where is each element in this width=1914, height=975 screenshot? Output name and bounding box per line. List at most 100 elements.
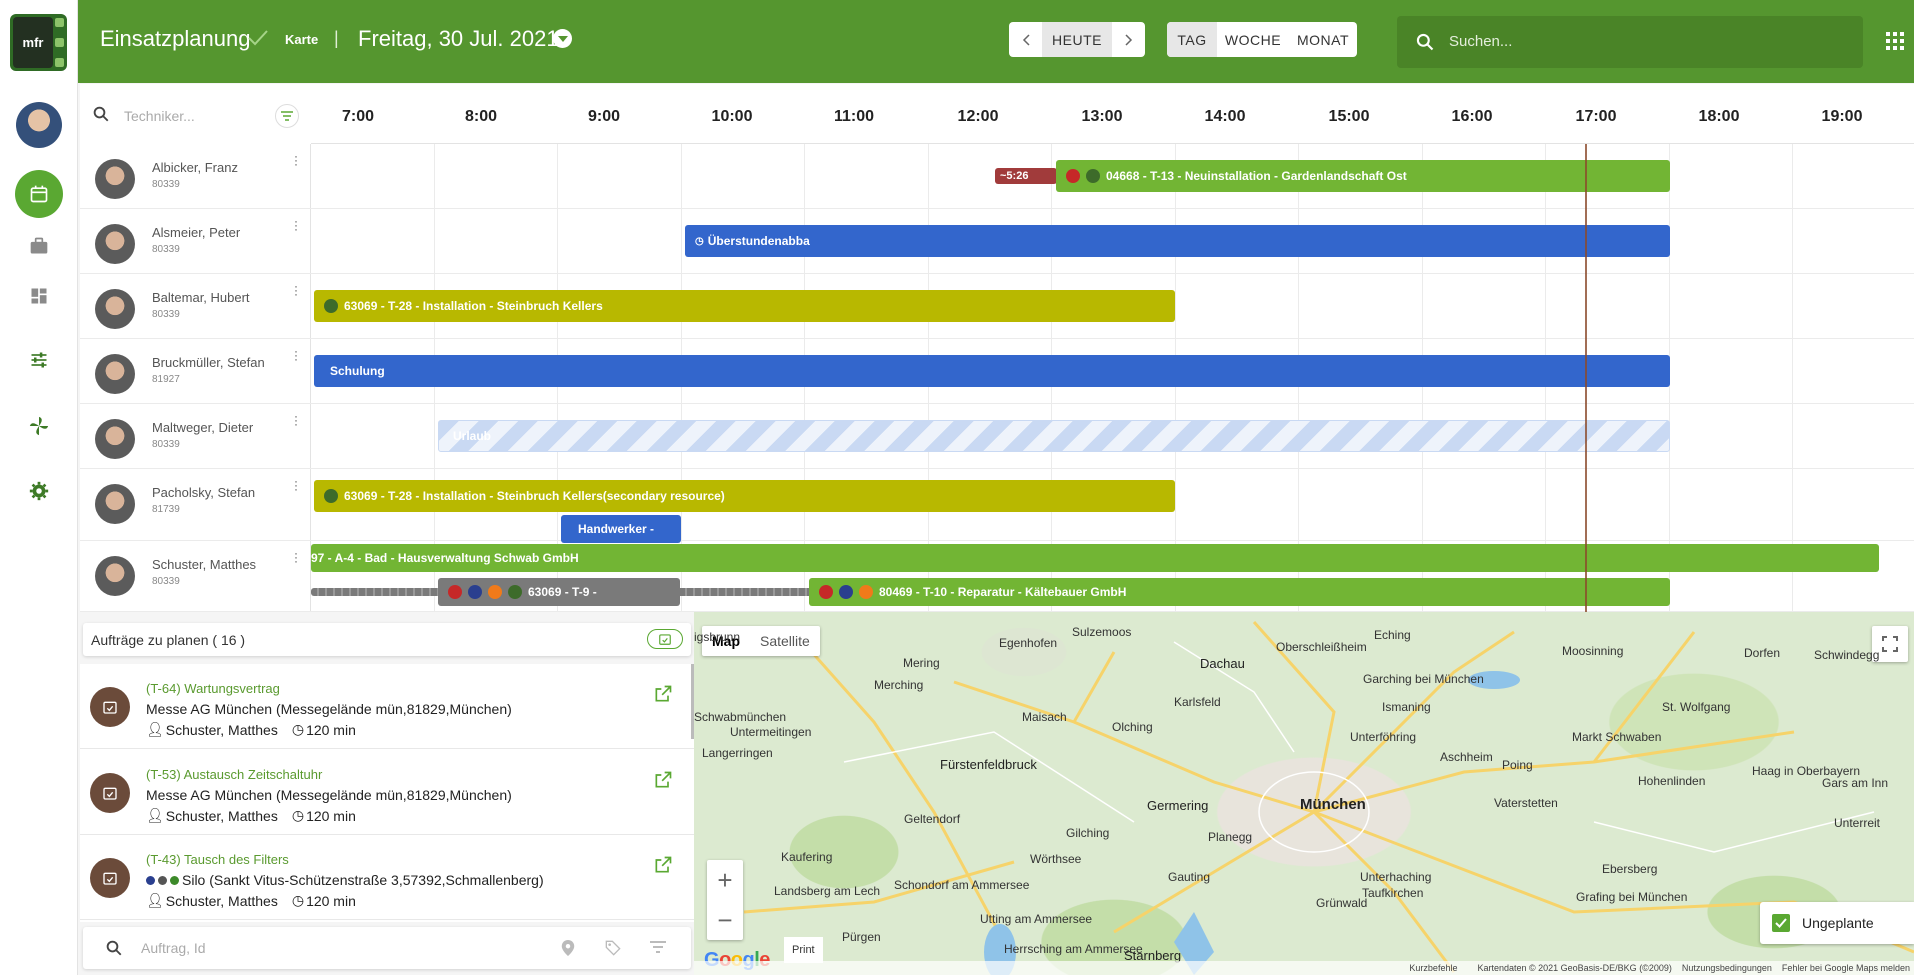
- calendar-check-icon: [103, 872, 117, 885]
- more-vert-icon[interactable]: · · ·: [294, 547, 298, 567]
- travel-time-bar[interactable]: ~5:26: [995, 168, 1057, 184]
- open-external-icon[interactable]: [653, 684, 673, 704]
- status-dot: [170, 875, 179, 885]
- zoom-in-button[interactable]: +: [707, 860, 743, 900]
- event-bar[interactable]: 80469 - T-10 - Reparatur - Kältebauer Gm…: [809, 578, 1670, 606]
- place-label: Taufkirchen: [1362, 886, 1424, 900]
- place-label: Schwindegg: [1814, 648, 1880, 662]
- filter-icon[interactable]: [650, 940, 666, 954]
- technician-cell[interactable]: Schuster, Matthes 80339 · · ·: [80, 541, 311, 611]
- more-vert-icon[interactable]: · · ·: [294, 345, 298, 365]
- event-bar[interactable]: 63069 - T-28 - Installation - Steinbruch…: [314, 480, 1175, 512]
- unplanned-checkbox[interactable]: [1772, 914, 1790, 932]
- order-title[interactable]: (T-53) Austausch Zeitschaltuhr: [146, 767, 322, 782]
- settings-nav-button[interactable]: [15, 467, 63, 515]
- more-vert-icon[interactable]: · · ·: [294, 215, 298, 235]
- map-type-satellite[interactable]: Satellite: [750, 626, 820, 656]
- today-button[interactable]: HEUTE: [1042, 22, 1112, 57]
- event-bar[interactable]: 63069 - T-28 - Installation - Steinbruch…: [314, 290, 1175, 322]
- shortcuts-link[interactable]: Kurzbefehle: [1409, 963, 1457, 973]
- order-duration: 120 min: [306, 721, 356, 738]
- technician-name: Schuster, Matthes: [152, 557, 257, 572]
- technician-filter-button[interactable]: [275, 104, 299, 128]
- technician-id: 81739: [152, 504, 180, 515]
- order-item[interactable]: (T-43) Tausch des Filters Silo (Sankt Vi…: [80, 835, 694, 920]
- prev-day-button[interactable]: [1009, 22, 1042, 57]
- event-bar[interactable]: 63069 - T-9 -: [438, 578, 680, 606]
- order-search-input[interactable]: Auftrag, Id: [141, 940, 206, 956]
- next-day-button[interactable]: [1112, 22, 1145, 57]
- order-item[interactable]: (T-53) Austausch Zeitschaltuhr Messe AG …: [80, 750, 694, 835]
- report-error-link[interactable]: Fehler bei Google Maps melden: [1782, 963, 1910, 973]
- search-icon: [93, 106, 109, 122]
- more-vert-icon[interactable]: · · ·: [294, 150, 298, 170]
- chevron-right-icon: [1124, 33, 1132, 46]
- technician-cell[interactable]: Pacholsky, Stefan 81739 · · ·: [80, 469, 311, 540]
- more-vert-icon[interactable]: · · ·: [294, 475, 298, 495]
- vacation-bar[interactable]: Urlaub: [438, 420, 1670, 452]
- event-bar[interactable]: 97 - A-4 - Bad - Hausverwaltung Schwab G…: [311, 544, 1879, 572]
- gear-icon: [29, 481, 49, 501]
- calendar-check-icon: [103, 787, 117, 800]
- technician-search-input[interactable]: Techniker...: [124, 108, 195, 124]
- search-input[interactable]: Suchen...: [1449, 33, 1512, 50]
- open-external-icon[interactable]: [653, 770, 673, 790]
- calendar-icon: [30, 185, 48, 203]
- terms-link[interactable]: Nutzungsbedingungen: [1682, 963, 1772, 973]
- orders-calendar-toggle[interactable]: [647, 629, 683, 649]
- location-pin-icon[interactable]: [561, 940, 575, 956]
- search-icon: [1416, 33, 1434, 51]
- technician-cell[interactable]: Alsmeier, Peter 80339 · · ·: [80, 209, 311, 273]
- open-external-icon[interactable]: [653, 855, 673, 875]
- dashboard-nav-button[interactable]: [15, 272, 63, 320]
- unplanned-toggle[interactable]: Ungeplante: [1760, 902, 1914, 944]
- user-avatar[interactable]: [16, 102, 62, 148]
- event-label: 63069 - T-9 -: [528, 585, 597, 599]
- event-bar[interactable]: 04668 - T-13 - Neuinstallation - Gardenl…: [1056, 160, 1670, 192]
- settings-sliders-nav-button[interactable]: [15, 336, 63, 384]
- sliders-icon: [31, 352, 47, 368]
- jobs-nav-button[interactable]: [15, 222, 63, 270]
- technician-row: Pacholsky, Stefan 81739 · · · 63069 - T-28…: [80, 469, 1914, 543]
- apps-grid-icon[interactable]: [1886, 32, 1904, 50]
- order-item[interactable]: (T-64) Wartungsvertrag Messe AG München …: [80, 664, 694, 749]
- more-vert-icon[interactable]: · · ·: [294, 410, 298, 430]
- technician-cell[interactable]: Baltemar, Hubert 80339 · · ·: [80, 274, 311, 338]
- place-label: Eching: [1374, 628, 1411, 642]
- order-title[interactable]: (T-43) Tausch des Filters: [146, 852, 289, 867]
- place-label: Unterhaching: [1360, 870, 1432, 884]
- global-search[interactable]: Suchen...: [1397, 16, 1863, 68]
- place-label: Schwabmünchen: [694, 710, 787, 724]
- place-label: Pürgen: [842, 930, 881, 944]
- map-link[interactable]: Karte: [285, 32, 318, 47]
- technician-cell[interactable]: Bruckmüller, Stefan 81927 · · ·: [80, 339, 311, 403]
- technician-id: 80339: [152, 179, 180, 190]
- tag-icon[interactable]: [605, 940, 621, 956]
- print-button[interactable]: Print: [784, 937, 823, 963]
- map-data-text: Kartendaten © 2021 GeoBasis-DE/BKG (©200…: [1477, 963, 1672, 973]
- technician-cell[interactable]: Albicker, Franz 80339 · · ·: [80, 144, 311, 208]
- check-icon: [248, 30, 268, 46]
- pinwheel-nav-button[interactable]: [15, 402, 63, 450]
- calendar-nav-button[interactable]: [15, 170, 63, 218]
- map[interactable]: Map Satellite München Dachau Fürstenfeld…: [694, 612, 1914, 975]
- place-label: Egenhofen: [999, 636, 1058, 650]
- technician-cell[interactable]: Maltweger, Dieter 80339 · · ·: [80, 404, 311, 468]
- status-dot: [508, 585, 522, 599]
- more-vert-icon[interactable]: · · ·: [294, 280, 298, 300]
- event-label: 97 - A-4 - Bad - Hausverwaltung Schwab G…: [311, 551, 579, 565]
- logo-text: mfr: [13, 17, 53, 68]
- zoom-out-button[interactable]: −: [707, 900, 743, 940]
- event-bar[interactable]: Handwerker -: [561, 515, 681, 543]
- order-title[interactable]: (T-64) Wartungsvertrag: [146, 681, 280, 696]
- date-picker-button[interactable]: [553, 29, 572, 48]
- event-bar[interactable]: ◷ Überstundenabba: [685, 225, 1670, 257]
- event-bar[interactable]: Schulung: [314, 355, 1670, 387]
- view-month-tab[interactable]: MONAT: [1289, 22, 1357, 57]
- place-label: Unterreit: [1834, 816, 1881, 830]
- place-label: igsbrunn: [694, 630, 741, 644]
- app-logo[interactable]: mfr: [10, 14, 67, 71]
- technician-avatar: [95, 484, 135, 524]
- view-day-tab[interactable]: TAG: [1167, 22, 1217, 57]
- view-week-tab[interactable]: WOCHE: [1217, 22, 1289, 57]
